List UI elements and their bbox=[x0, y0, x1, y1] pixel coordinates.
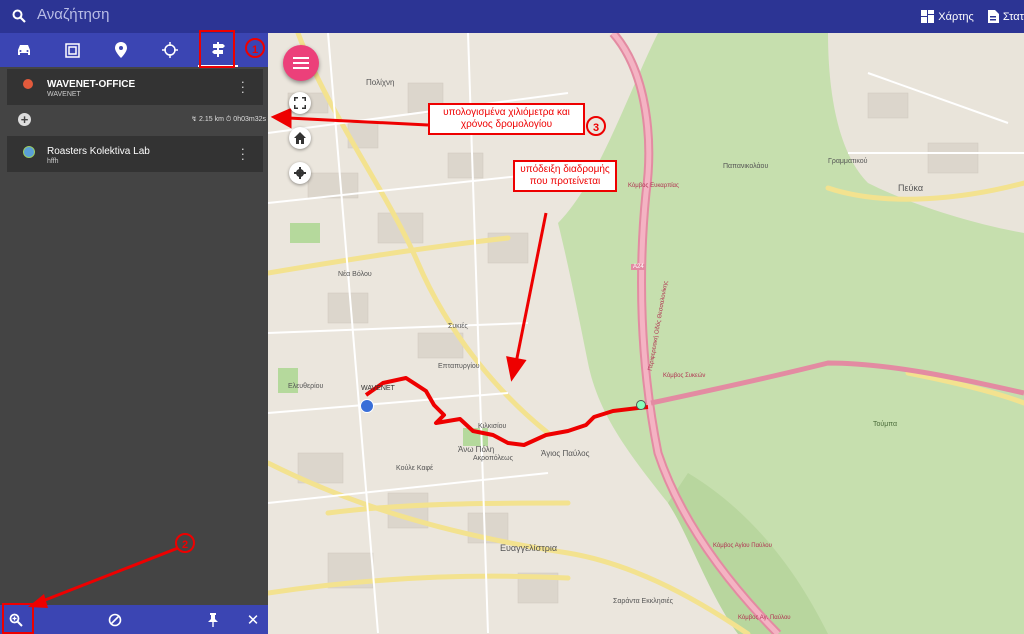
start-marker-icon bbox=[23, 79, 33, 89]
end-marker-icon bbox=[23, 146, 35, 158]
stats-label: Στατ bbox=[1002, 10, 1024, 23]
map-label-nea-volou: Νέα Βόλου bbox=[338, 271, 372, 278]
route-summary-row: + ↯ 2.15 km ⏱ 0h03m32s bbox=[7, 109, 268, 131]
pushpin-icon bbox=[208, 612, 218, 627]
crosshair-icon bbox=[162, 42, 178, 58]
map-label-ano-poli: Άνω Πόλη bbox=[458, 445, 495, 454]
route-distance: 2.15 km bbox=[199, 116, 224, 123]
map-label-wavenet: WAVENET bbox=[361, 385, 395, 392]
frame-icon bbox=[64, 42, 80, 58]
map-label-kombos-ag-pavlou: Κόμβος Αγ. Παύλου bbox=[738, 615, 791, 621]
map-view[interactable]: Πολίχνη Πεύκα Άνω Πόλη Άγιος Παύλος Ευαγ… bbox=[268, 33, 1024, 634]
waypoint-end-card[interactable]: Roasters Kolektiva Lab hffh · · · bbox=[7, 136, 263, 172]
fullscreen-icon bbox=[294, 97, 306, 109]
annotation-route-hint: υπόδειξη διαδρομής που προτείνεται bbox=[513, 160, 617, 192]
tab-vehicles[interactable] bbox=[4, 33, 44, 67]
route-info: ↯ 2.15 km ⏱ 0h03m32s bbox=[191, 115, 266, 124]
pin-panel-button[interactable] bbox=[198, 605, 228, 634]
home-button[interactable] bbox=[289, 127, 311, 149]
waypoint-title: WAVENET-OFFICE bbox=[47, 79, 136, 90]
map-label-sykies: Συκιές bbox=[448, 323, 468, 330]
map-label-agios-pavlos: Άγιος Παύλος bbox=[541, 449, 590, 458]
route-time: 0h03m32s bbox=[233, 116, 266, 123]
more-options-icon[interactable]: · · · bbox=[241, 75, 245, 98]
car-icon bbox=[18, 45, 30, 55]
map-label-grammatikou: Γραμματικού bbox=[828, 158, 868, 165]
clear-route-button[interactable] bbox=[100, 605, 130, 634]
tab-areas[interactable] bbox=[52, 33, 92, 67]
map-label-kombos-efkarpias: Κόμβος Ευκαρπίας bbox=[628, 183, 679, 189]
annotation-number-3: 3 bbox=[586, 116, 606, 136]
timer-icon: ⏱ bbox=[225, 116, 232, 123]
highlight-box-zoom bbox=[2, 603, 34, 634]
block-icon bbox=[108, 613, 122, 626]
gear-icon bbox=[294, 167, 306, 179]
left-panel: 1 WAVENET-OFFICE WAVENET · · · + ↯ 2.15 km… bbox=[0, 30, 268, 634]
panel-bottom-bar: ✕ bbox=[0, 603, 268, 634]
map-label-polichni: Πολίχνη bbox=[366, 78, 395, 87]
map-label-saranta-ekklisies: Σαράντα Εκκλησιές bbox=[613, 598, 673, 605]
waypoint-start-card[interactable]: WAVENET-OFFICE WAVENET · · · bbox=[7, 69, 263, 105]
waypoint-subtitle: WAVENET bbox=[47, 91, 81, 98]
menu-icon bbox=[293, 57, 309, 69]
stats-button[interactable]: Στατ bbox=[987, 10, 1024, 23]
top-bar: Αναζήτηση Χάρτης Στατ bbox=[0, 0, 1024, 33]
home-icon bbox=[294, 132, 306, 144]
waypoint-subtitle: hffh bbox=[47, 158, 59, 165]
pin-icon bbox=[115, 42, 127, 58]
fullscreen-button[interactable] bbox=[289, 92, 311, 114]
map-label-eptapyrgiou: Επταπυργίου bbox=[438, 363, 480, 370]
waypoint-title: Roasters Kolektiva Lab bbox=[47, 146, 150, 157]
highlight-box-directions bbox=[199, 30, 235, 68]
map-label-kilkisiou: Κιλκισίου bbox=[478, 423, 507, 430]
more-options-icon[interactable]: · · · bbox=[241, 142, 245, 165]
map-label-papanikolaou: Παπανικολάου bbox=[723, 163, 769, 170]
map-label-kombos-agiou-pavlou: Κόμβος Αγίου Παύλου bbox=[713, 543, 772, 549]
tab-locate[interactable] bbox=[150, 33, 190, 67]
start-bus-marker-icon[interactable] bbox=[360, 399, 374, 413]
document-icon bbox=[987, 10, 999, 23]
settings-button[interactable] bbox=[289, 162, 311, 184]
add-waypoint-button[interactable]: + bbox=[18, 113, 31, 126]
map-label-evangelistria: Ευαγγελίστρια bbox=[500, 543, 558, 553]
end-marker-icon[interactable] bbox=[636, 400, 646, 410]
annotation-number-2: 2 bbox=[175, 533, 195, 553]
map-label-koule-kafe: Κούλε Καφέ bbox=[396, 465, 434, 472]
map-canvas bbox=[268, 33, 1024, 634]
map-label-kombos-sykeon: Κόμβος Συκεών bbox=[663, 373, 706, 379]
close-icon[interactable]: ✕ bbox=[238, 605, 268, 634]
annotation-km-time: υπολογισμένα χιλιόμετρα και χρόνος δρομο… bbox=[428, 103, 585, 135]
search-icon[interactable] bbox=[12, 9, 26, 23]
map-view-button[interactable]: Χάρτης bbox=[921, 10, 974, 23]
search-input[interactable]: Αναζήτηση bbox=[37, 6, 109, 23]
map-label-akropoleos: Ακροπόλεως bbox=[473, 455, 513, 462]
distance-icon: ↯ bbox=[191, 116, 198, 123]
map-label-toumba: Τούμπα bbox=[873, 421, 898, 428]
map-label-eleftheriou: Ελευθερίου bbox=[288, 383, 324, 390]
grid-icon bbox=[921, 10, 935, 23]
road-badge-a24: A24 bbox=[631, 264, 646, 270]
map-view-label: Χάρτης bbox=[938, 10, 974, 23]
annotation-number-1: 1 bbox=[245, 38, 265, 58]
map-menu-button[interactable] bbox=[283, 45, 319, 81]
map-label-peuka: Πεύκα bbox=[898, 183, 924, 193]
tab-points[interactable] bbox=[101, 33, 141, 67]
